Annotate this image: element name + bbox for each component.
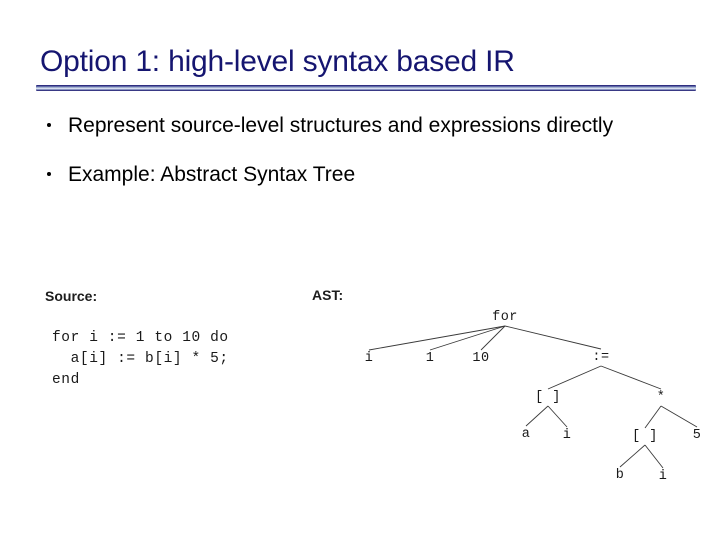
bullet-text: Example: Abstract Syntax Tree [68, 163, 356, 186]
bullet-text: Represent source-level structures and ex… [68, 114, 614, 137]
slide: Option 1: high-level syntax based IR Rep… [0, 0, 720, 540]
source-code-block: for i := 1 to 10 do a[i] := b[i] * 5; en… [52, 329, 229, 388]
bullet-dot-icon [47, 172, 51, 176]
ast-label: AST: [312, 287, 344, 303]
bullet-list: Represent source-level structures and ex… [40, 112, 640, 210]
list-item: Represent source-level structures and ex… [40, 112, 640, 139]
page-title: Option 1: high-level syntax based IR [40, 45, 515, 78]
source-label: Source: [45, 288, 98, 304]
list-item: Example: Abstract Syntax Tree [40, 161, 640, 188]
title-divider [36, 85, 696, 91]
figure-region [0, 258, 720, 540]
bullet-dot-icon [47, 123, 51, 127]
